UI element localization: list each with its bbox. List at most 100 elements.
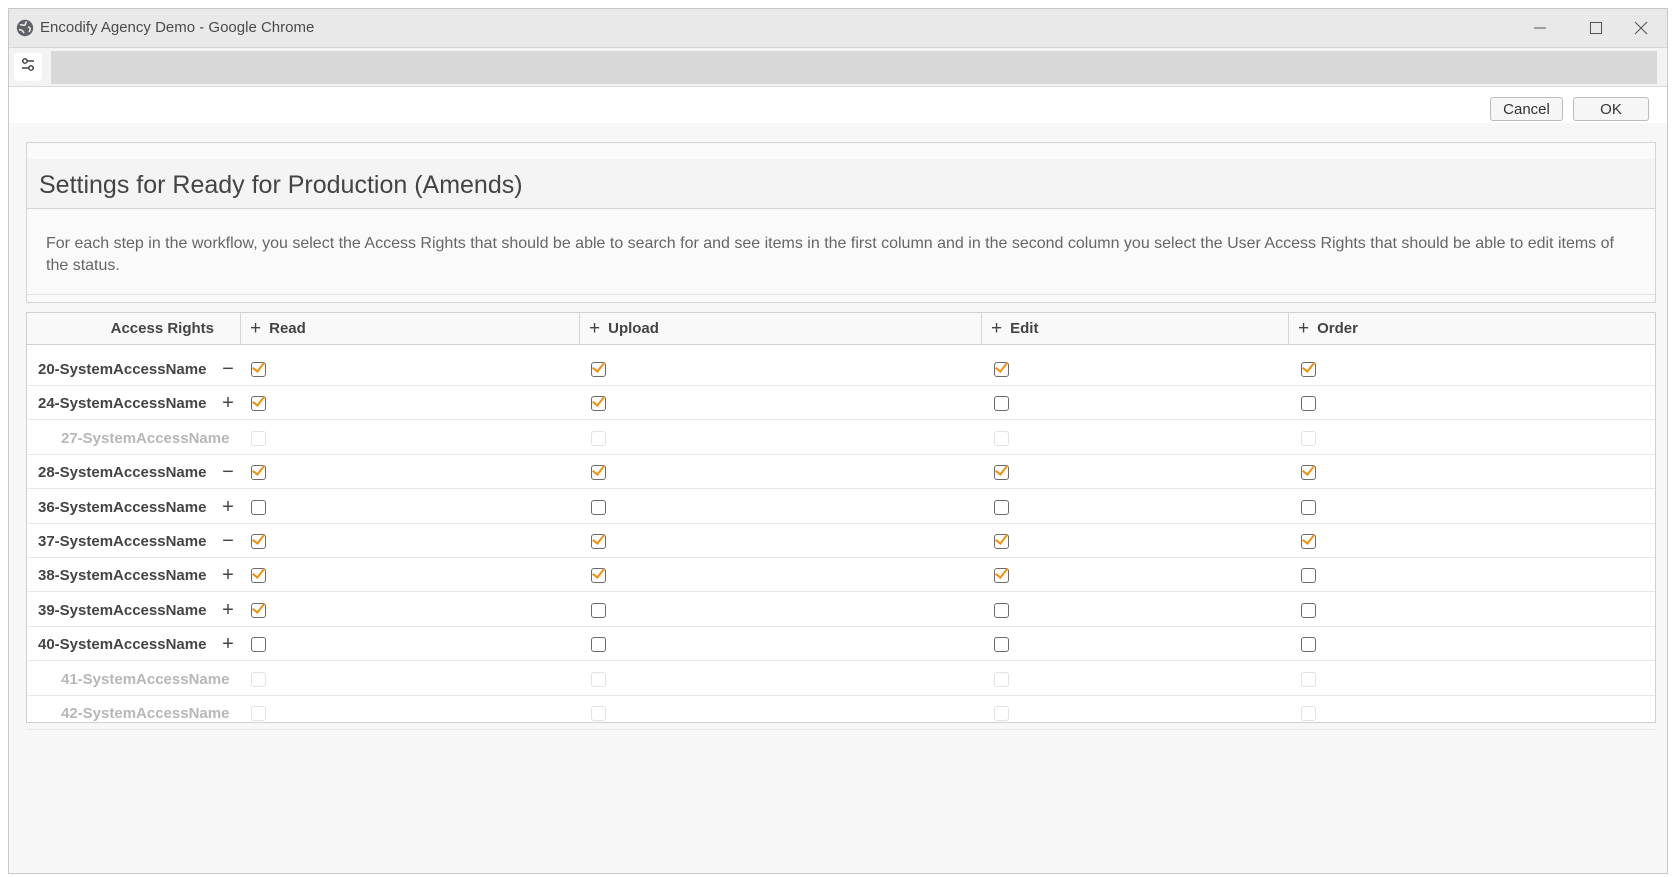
- column-header-upload[interactable]: + Upload: [589, 313, 659, 344]
- access-rights-grid: Access Rights + Read + Upload + Edit + O…: [26, 312, 1656, 730]
- checkbox-upload[interactable]: [591, 602, 606, 618]
- site-settings-button[interactable]: [14, 53, 42, 81]
- table-row: 28-SystemAccessName −: [27, 456, 1655, 490]
- table-row: 41-SystemAccessName: [27, 663, 1655, 696]
- column-divider: [981, 313, 982, 344]
- window-title: Encodify Agency Demo - Google Chrome: [40, 19, 315, 36]
- checkbox-upload: [591, 706, 606, 721]
- checkbox-upload[interactable]: [591, 396, 606, 412]
- expand-icon[interactable]: +: [219, 491, 237, 524]
- checkbox-edit: [994, 671, 1009, 687]
- checkbox-upload: [591, 430, 606, 446]
- plus-icon: +: [991, 317, 1003, 339]
- address-bar[interactable]: [51, 51, 1657, 84]
- checkbox-edit: [994, 430, 1009, 446]
- checkbox-order[interactable]: [1301, 568, 1316, 584]
- checkbox-edit: [994, 706, 1009, 721]
- column-divider: [240, 313, 241, 344]
- table-row: 37-SystemAccessName −: [27, 525, 1655, 558]
- checkbox-read[interactable]: [251, 534, 266, 549]
- checkbox-order[interactable]: [1301, 465, 1316, 481]
- globe-icon: [16, 19, 34, 37]
- checkbox-edit[interactable]: [994, 465, 1009, 481]
- expand-icon[interactable]: +: [219, 387, 237, 420]
- access-right-name: 42-SystemAccessName: [61, 705, 230, 722]
- collapse-icon[interactable]: −: [219, 353, 237, 386]
- collapse-icon[interactable]: −: [219, 456, 237, 489]
- checkbox-read[interactable]: [251, 499, 266, 515]
- access-right-name: 36-SystemAccessName: [38, 498, 207, 516]
- column-label: Edit: [1010, 320, 1039, 337]
- ok-button[interactable]: OK: [1573, 97, 1649, 121]
- column-divider: [579, 313, 580, 344]
- table-row: 38-SystemAccessName +: [27, 559, 1655, 593]
- browser-toolbar: [9, 48, 1667, 87]
- plus-icon: +: [250, 317, 262, 339]
- checkbox-upload: [591, 671, 606, 687]
- plus-icon: +: [589, 317, 601, 339]
- table-row: 27-SystemAccessName: [27, 422, 1655, 455]
- checkbox-edit[interactable]: [994, 362, 1009, 377]
- access-right-name: 37-SystemAccessName: [38, 533, 207, 550]
- expand-icon[interactable]: +: [219, 628, 237, 661]
- table-row: 39-SystemAccessName +: [27, 594, 1655, 627]
- checkbox-read[interactable]: [251, 637, 266, 653]
- access-right-name: 27-SystemAccessName: [61, 429, 230, 447]
- table-row: 24-SystemAccessName +: [27, 387, 1655, 421]
- checkbox-upload[interactable]: [591, 465, 606, 481]
- panel-divider: [27, 294, 1655, 295]
- checkbox-upload[interactable]: [591, 568, 606, 584]
- checkbox-order: [1301, 430, 1316, 446]
- checkbox-upload[interactable]: [591, 499, 606, 515]
- access-right-name: 20-SystemAccessName: [38, 361, 207, 378]
- tune-icon: [19, 56, 37, 79]
- plus-icon: +: [1298, 317, 1310, 339]
- checkbox-upload[interactable]: [591, 534, 606, 549]
- checkbox-order: [1301, 706, 1316, 721]
- checkbox-edit[interactable]: [994, 602, 1009, 618]
- access-right-name: 38-SystemAccessName: [38, 567, 207, 585]
- column-header-order[interactable]: + Order: [1298, 313, 1358, 344]
- expand-icon[interactable]: +: [219, 594, 237, 627]
- access-right-name: 28-SystemAccessName: [38, 464, 207, 482]
- access-rights-header: Access Rights: [110, 320, 214, 337]
- checkbox-order[interactable]: [1301, 534, 1316, 549]
- checkbox-order[interactable]: [1301, 602, 1316, 618]
- collapse-icon[interactable]: −: [219, 525, 237, 558]
- column-header-edit[interactable]: + Edit: [991, 313, 1038, 344]
- title-bar: Encodify Agency Demo - Google Chrome: [9, 9, 1667, 48]
- checkbox-order[interactable]: [1301, 396, 1316, 412]
- column-label: Read: [269, 320, 306, 337]
- checkbox-order[interactable]: [1301, 637, 1316, 653]
- checkbox-edit[interactable]: [994, 637, 1009, 653]
- checkbox-edit[interactable]: [994, 534, 1009, 549]
- checkbox-upload[interactable]: [591, 637, 606, 653]
- checkbox-read[interactable]: [251, 602, 266, 618]
- checkbox-upload[interactable]: [591, 362, 606, 377]
- table-row: 36-SystemAccessName +: [27, 491, 1655, 524]
- settings-panel: Settings for Ready for Production (Amend…: [26, 142, 1656, 303]
- minimize-button[interactable]: [1512, 9, 1568, 47]
- panel-header: Settings for Ready for Production (Amend…: [27, 159, 1655, 209]
- column-header-read[interactable]: + Read: [250, 313, 306, 344]
- table-row: 40-SystemAccessName +: [27, 628, 1655, 662]
- dialog-actions: Cancel OK: [9, 87, 1667, 123]
- checkbox-edit[interactable]: [994, 396, 1009, 412]
- checkbox-edit[interactable]: [994, 568, 1009, 584]
- checkbox-edit[interactable]: [994, 499, 1009, 515]
- checkbox-read[interactable]: [251, 465, 266, 481]
- page-title: Settings for Ready for Production (Amend…: [39, 171, 523, 199]
- close-button[interactable]: [1613, 9, 1667, 47]
- cancel-button[interactable]: Cancel: [1490, 97, 1563, 121]
- checkbox-order[interactable]: [1301, 362, 1316, 377]
- checkbox-read[interactable]: [251, 396, 266, 412]
- checkbox-order[interactable]: [1301, 499, 1316, 515]
- expand-icon[interactable]: +: [219, 559, 237, 592]
- minimize-icon: [1533, 21, 1547, 35]
- maximize-icon: [1589, 21, 1603, 35]
- checkbox-read[interactable]: [251, 362, 266, 377]
- checkbox-read[interactable]: [251, 568, 266, 584]
- browser-window: Encodify Agency Demo - Google Chrome Can…: [8, 8, 1668, 874]
- table-row: 20-SystemAccessName −: [27, 353, 1655, 386]
- access-right-name: 24-SystemAccessName: [38, 395, 207, 413]
